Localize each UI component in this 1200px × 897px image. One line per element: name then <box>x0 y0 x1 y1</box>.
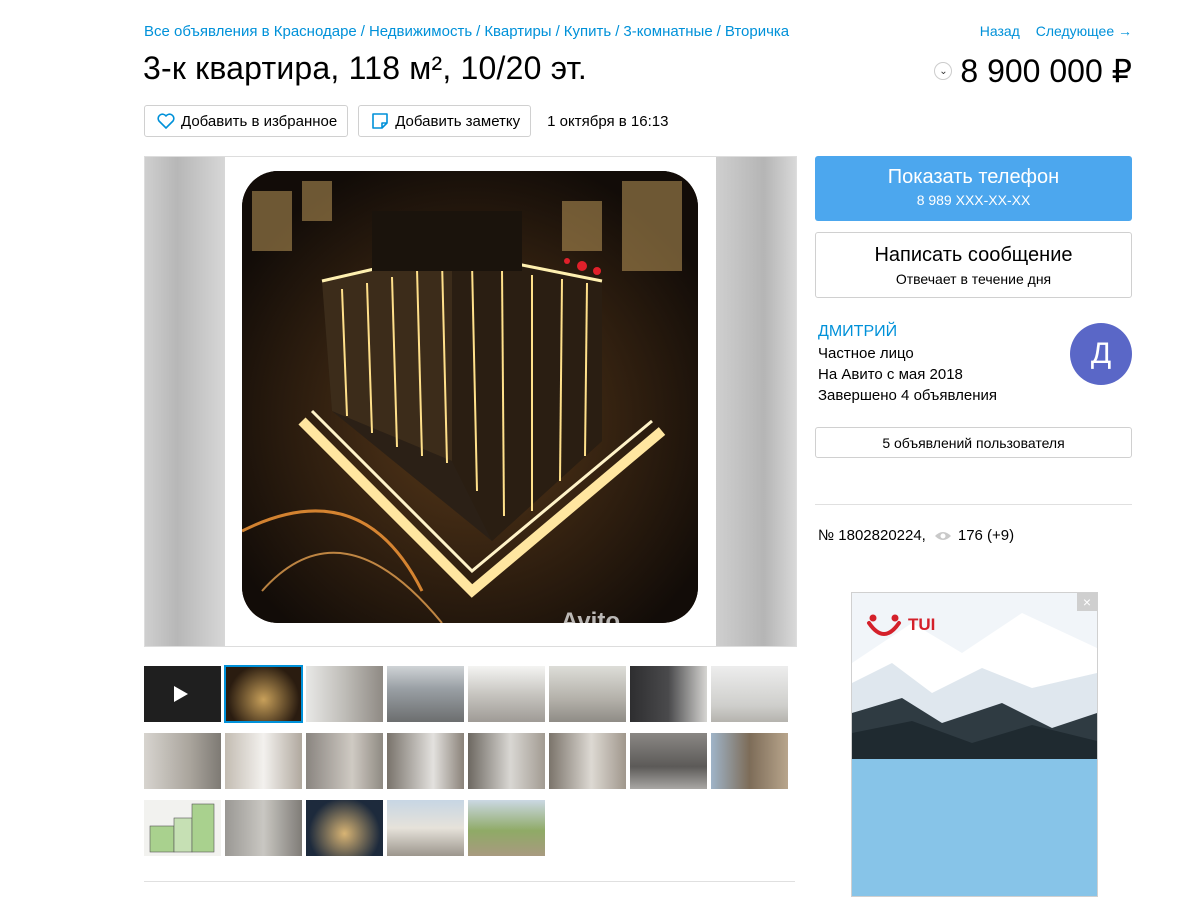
heart-icon <box>157 113 175 129</box>
thumbnail[interactable] <box>306 800 383 856</box>
masked-phone-number: 8 989 XXX-XX-XX <box>916 192 1031 208</box>
listing-number: № 1802820224, <box>818 527 926 544</box>
thumbnail[interactable] <box>468 733 545 789</box>
user-ads-button[interactable]: 5 объявлений пользователя <box>815 427 1132 458</box>
breadcrumb-separator: / <box>615 23 620 40</box>
listing-stats: № 1802820224, 176 (+9) <box>818 527 1132 544</box>
add-favorite-button[interactable]: Добавить в избранное <box>144 105 349 137</box>
tui-smile-icon <box>867 614 901 636</box>
advertisement-banner[interactable]: TUI × <box>851 592 1098 897</box>
breadcrumb-separator: / <box>476 23 481 40</box>
show-phone-button[interactable]: Показать телефон 8 989 XXX-XX-XX <box>815 156 1132 221</box>
avito-watermark: Avito <box>560 608 620 635</box>
thumbnail[interactable] <box>225 800 302 856</box>
breadcrumb-separator: / <box>360 23 365 40</box>
note-icon <box>372 113 389 129</box>
eye-icon <box>934 531 951 540</box>
breadcrumb-secondary[interactable]: Вторичка <box>725 23 789 40</box>
tui-logo: TUI <box>866 613 935 637</box>
breadcrumb-apartments[interactable]: Квартиры <box>484 23 551 40</box>
building-photo <box>242 171 698 623</box>
breadcrumb: Все объявления в Краснодаре / Недвижимость… <box>144 23 789 40</box>
response-time: Отвечает в течение дня <box>895 271 1052 287</box>
thumbnail[interactable] <box>468 800 545 856</box>
play-icon <box>174 686 188 702</box>
gallery-blur-right <box>716 157 796 646</box>
next-link[interactable]: Следующее → <box>1036 23 1132 39</box>
tui-brand-text: TUI <box>908 615 936 634</box>
show-phone-label: Показать телефон <box>887 166 1060 188</box>
breadcrumb-buy[interactable]: Купить <box>564 23 611 40</box>
add-favorite-label: Добавить в избранное <box>181 112 338 130</box>
thumbnail[interactable] <box>630 666 707 722</box>
main-photo[interactable]: Avito <box>144 156 797 647</box>
breadcrumb-all-ads[interactable]: Все объявления в Краснодаре <box>144 23 357 40</box>
write-message-button[interactable]: Написать сообщение Отвечает в течение дн… <box>815 232 1132 298</box>
thumbnail[interactable] <box>387 733 464 789</box>
thumbnail[interactable] <box>225 733 302 789</box>
breadcrumb-separator: / <box>555 23 560 40</box>
thumbnail[interactable] <box>306 666 383 722</box>
thumbnail[interactable] <box>549 666 626 722</box>
thumbnail[interactable] <box>144 733 221 789</box>
thumbnail[interactable] <box>306 733 383 789</box>
contact-sidebar: Показать телефон 8 989 XXX-XX-XX Написат… <box>815 156 1132 544</box>
add-note-label: Добавить заметку <box>395 112 521 130</box>
thumbnail[interactable] <box>711 733 788 789</box>
listing-navigation: Назад Следующее → <box>968 23 1132 39</box>
seller-info: ДМИТРИЙ Частное лицо На Авито с мая 2018… <box>815 323 1132 413</box>
gallery-blur-left <box>145 157 225 646</box>
breadcrumb-3-rooms[interactable]: 3-комнатные <box>623 23 712 40</box>
thumbnail[interactable] <box>468 666 545 722</box>
thumbnail[interactable] <box>387 666 464 722</box>
thumbnail[interactable] <box>549 733 626 789</box>
divider <box>144 881 795 882</box>
thumbnail-floor-plan[interactable] <box>144 800 221 856</box>
back-link[interactable]: Назад <box>980 23 1020 39</box>
add-note-button[interactable]: Добавить заметку <box>358 105 532 137</box>
thumbnail[interactable] <box>224 665 303 723</box>
breadcrumb-separator: / <box>716 23 721 40</box>
thumbnail[interactable] <box>711 666 788 722</box>
seller-completed-ads: Завершено 4 объявления <box>818 387 998 404</box>
price-block: ⌄ 8 900 000 ₽ <box>934 52 1132 90</box>
listing-date: 1 октября в 16:13 <box>547 112 669 130</box>
thumbnail-video[interactable] <box>144 666 221 722</box>
close-icon[interactable]: × <box>1077 593 1097 611</box>
price-currency-dropdown[interactable]: ⌄ <box>934 62 953 80</box>
thumbnail[interactable] <box>630 733 707 789</box>
avatar[interactable]: Д <box>1070 323 1132 385</box>
thumbnail[interactable] <box>387 800 464 856</box>
view-count: 176 (+9) <box>957 527 1015 544</box>
listing-actions: Добавить в избранное Добавить заметку 1 … <box>144 105 668 137</box>
breadcrumb-real-estate[interactable]: Недвижимость <box>369 23 472 40</box>
photo-frame: Avito <box>225 157 716 646</box>
page-title: 3-к квартира, 118 м², 10/20 эт. <box>143 50 587 86</box>
divider <box>815 504 1132 505</box>
price: 8 900 000 ₽ <box>960 53 1132 89</box>
write-message-label: Написать сообщение <box>874 244 1073 266</box>
